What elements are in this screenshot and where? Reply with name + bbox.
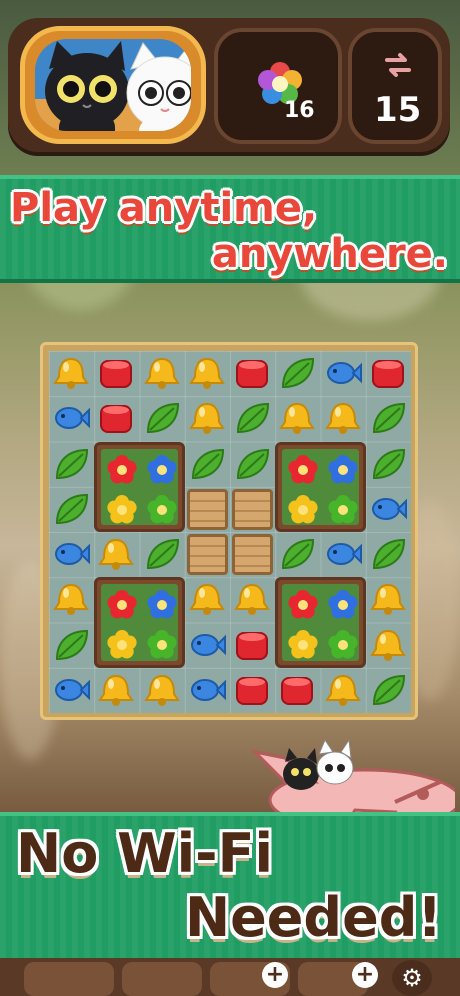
offline-banner: No Wi-Fi Needed! [0, 812, 460, 966]
tile-leaf[interactable] [232, 398, 277, 443]
tile-leaf[interactable] [51, 625, 96, 670]
tile-bell[interactable] [277, 398, 322, 443]
tile-fish[interactable] [51, 398, 96, 443]
tile-bell[interactable] [323, 398, 368, 443]
tile-bell[interactable] [187, 398, 232, 443]
flower-garden-block [94, 577, 185, 668]
tile-fish[interactable] [51, 534, 96, 579]
booster-bar: + + ⚙ [0, 958, 460, 996]
flower-icon [286, 493, 320, 531]
flower-garden-block [94, 441, 185, 532]
board-grid [49, 351, 411, 713]
tile-fish[interactable] [368, 489, 413, 534]
swap-arrows-icon [385, 53, 411, 77]
wooden-crate [186, 488, 228, 530]
tile-leaf[interactable] [232, 444, 277, 489]
tile-leaf[interactable] [142, 534, 187, 579]
tile-jelly[interactable] [232, 670, 277, 715]
flower-icon [145, 628, 179, 666]
flower-icon [145, 453, 179, 491]
tile-jelly[interactable] [368, 353, 413, 398]
flower-garden-block [275, 441, 366, 532]
tile-bell[interactable] [51, 579, 96, 624]
wooden-crate [232, 488, 273, 530]
flower-icon [105, 493, 139, 531]
tile-fish[interactable] [51, 670, 96, 715]
flower-icon [286, 628, 320, 666]
tile-jelly[interactable] [232, 625, 277, 670]
tile-leaf[interactable] [277, 534, 322, 579]
tile-bell[interactable] [187, 579, 232, 624]
puzzle-board [40, 342, 418, 720]
flower-icon [286, 588, 320, 626]
wooden-crate [232, 534, 273, 575]
flower-icon [286, 453, 320, 491]
tile-leaf[interactable] [368, 444, 413, 489]
tile-jelly[interactable] [96, 353, 141, 398]
tile-leaf[interactable] [368, 534, 413, 579]
add-booster-icon[interactable]: + [262, 962, 288, 988]
tile-bell[interactable] [142, 670, 187, 715]
tile-jelly[interactable] [232, 353, 277, 398]
tile-bell[interactable] [142, 353, 187, 398]
tile-leaf[interactable] [277, 353, 322, 398]
tile-jelly[interactable] [277, 670, 322, 715]
swap-count: 15 [374, 90, 422, 130]
tile-bell[interactable] [51, 353, 96, 398]
tile-leaf[interactable] [142, 398, 187, 443]
offline-line-2: Needed! [184, 886, 442, 949]
flower-icon [326, 493, 360, 531]
tile-leaf[interactable] [368, 670, 413, 715]
booster-slot-1[interactable] [24, 962, 114, 996]
tagline-line-2: anywhere. [211, 231, 448, 277]
tile-bell[interactable] [96, 534, 141, 579]
tile-bell[interactable] [368, 625, 413, 670]
flower-icon [105, 628, 139, 666]
tile-leaf[interactable] [51, 444, 96, 489]
moves-panel: 16 [214, 28, 342, 144]
add-booster-icon[interactable]: + [352, 962, 378, 988]
tile-bell[interactable] [96, 670, 141, 715]
tile-bell[interactable] [187, 353, 232, 398]
tile-fish[interactable] [187, 670, 232, 715]
moves-count: 16 [284, 98, 315, 123]
game-hud: 16 15 [8, 18, 450, 152]
wooden-crate [186, 534, 228, 575]
flower-icon [145, 493, 179, 531]
flower-icon [326, 588, 360, 626]
offline-line-1: No Wi-Fi [16, 822, 273, 885]
flower-icon [105, 588, 139, 626]
flower-garden-block [275, 577, 366, 668]
swaps-panel: 15 [348, 28, 442, 144]
tile-fish[interactable] [187, 625, 232, 670]
tile-leaf[interactable] [51, 489, 96, 534]
tile-bell[interactable] [368, 579, 413, 624]
flower-icon [326, 628, 360, 666]
settings-gear-icon[interactable]: ⚙ [392, 960, 432, 996]
cats-portrait-icon [35, 41, 191, 131]
tile-fish[interactable] [323, 353, 368, 398]
tile-leaf[interactable] [368, 398, 413, 443]
flower-icon [105, 453, 139, 491]
tile-bell[interactable] [232, 579, 277, 624]
tile-leaf[interactable] [187, 444, 232, 489]
booster-slot-2[interactable] [122, 962, 202, 996]
tile-jelly[interactable] [96, 398, 141, 443]
tile-fish[interactable] [323, 534, 368, 579]
player-avatar[interactable] [20, 26, 206, 144]
tagline-line-1: Play anytime, [10, 185, 318, 231]
tagline-banner: Play anytime, anywhere. [0, 175, 460, 283]
flower-icon [326, 453, 360, 491]
flower-icon [145, 588, 179, 626]
tile-bell[interactable] [323, 670, 368, 715]
